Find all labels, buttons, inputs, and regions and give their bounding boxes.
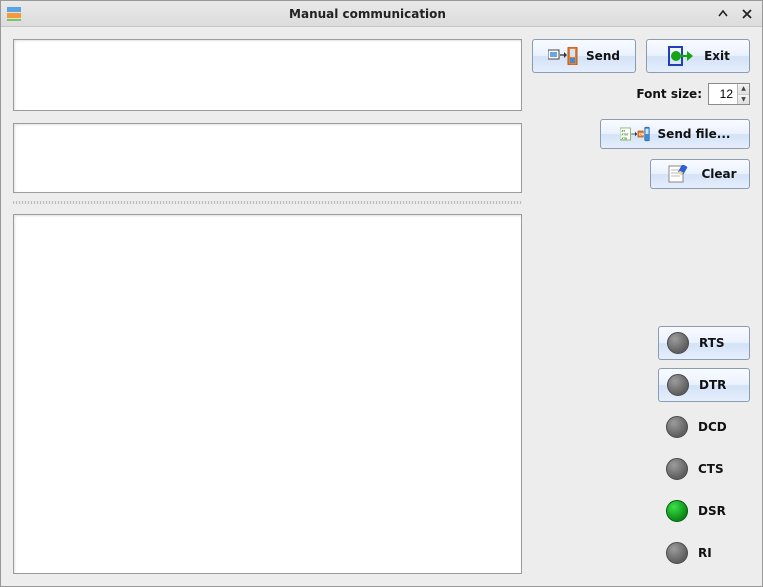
- splitter[interactable]: [13, 201, 522, 204]
- signal-lamp-icon: [666, 458, 688, 480]
- minimize-button[interactable]: [714, 5, 732, 23]
- exit-button[interactable]: Exit: [646, 39, 750, 73]
- signal-dsr: DSR: [658, 494, 750, 528]
- signal-label: CTS: [698, 462, 724, 476]
- echo-output[interactable]: [13, 123, 522, 193]
- svg-text:ATH: ATH: [621, 136, 627, 140]
- clear-icon: [663, 164, 693, 184]
- signal-lamp-icon: [666, 500, 688, 522]
- signal-label: RTS: [699, 336, 725, 350]
- left-pane: [13, 39, 522, 574]
- send-file-button[interactable]: AT ATDT ATH OK Send file...: [600, 119, 750, 149]
- close-button[interactable]: [738, 5, 756, 23]
- signal-ri: RI: [658, 536, 750, 570]
- signal-lamp-icon: [667, 332, 689, 354]
- signal-indicators: RTS DTR DCD CTS DSR RI: [532, 326, 750, 574]
- font-size-label: Font size:: [636, 87, 702, 101]
- signal-label: DSR: [698, 504, 726, 518]
- right-pane: Send Exit Font size:: [532, 39, 750, 574]
- font-size-up[interactable]: ▲: [738, 84, 749, 95]
- signal-lamp-icon: [666, 542, 688, 564]
- send-label: Send: [586, 49, 620, 63]
- signal-cts: CTS: [658, 452, 750, 486]
- signal-label: DCD: [698, 420, 727, 434]
- signal-dtr[interactable]: DTR: [658, 368, 750, 402]
- send-button[interactable]: Send: [532, 39, 636, 73]
- send-file-label: Send file...: [658, 127, 731, 141]
- signal-dcd: DCD: [658, 410, 750, 444]
- signal-label: DTR: [699, 378, 726, 392]
- content: Send Exit Font size:: [1, 27, 762, 586]
- signal-label: RI: [698, 546, 712, 560]
- window: Manual communication: [0, 0, 763, 587]
- font-size-stepper[interactable]: ▲ ▼: [708, 83, 750, 105]
- clear-button[interactable]: Clear: [650, 159, 750, 189]
- app-icon: [7, 7, 21, 21]
- send-icon: [548, 46, 578, 66]
- send-file-icon: AT ATDT ATH OK: [620, 124, 650, 144]
- font-size-row: Font size: ▲ ▼: [532, 83, 750, 105]
- chevron-up-icon: [717, 8, 729, 20]
- exit-label: Exit: [704, 49, 730, 63]
- clear-label: Clear: [701, 167, 736, 181]
- signal-lamp-icon: [666, 416, 688, 438]
- exit-icon: [666, 46, 696, 66]
- window-title: Manual communication: [27, 7, 708, 21]
- command-input[interactable]: [13, 39, 522, 111]
- font-size-down[interactable]: ▼: [738, 95, 749, 105]
- font-size-input[interactable]: [709, 84, 737, 104]
- titlebar: Manual communication: [1, 1, 762, 27]
- signal-lamp-icon: [667, 374, 689, 396]
- close-icon: [741, 8, 753, 20]
- signal-rts[interactable]: RTS: [658, 326, 750, 360]
- log-output[interactable]: [13, 214, 522, 574]
